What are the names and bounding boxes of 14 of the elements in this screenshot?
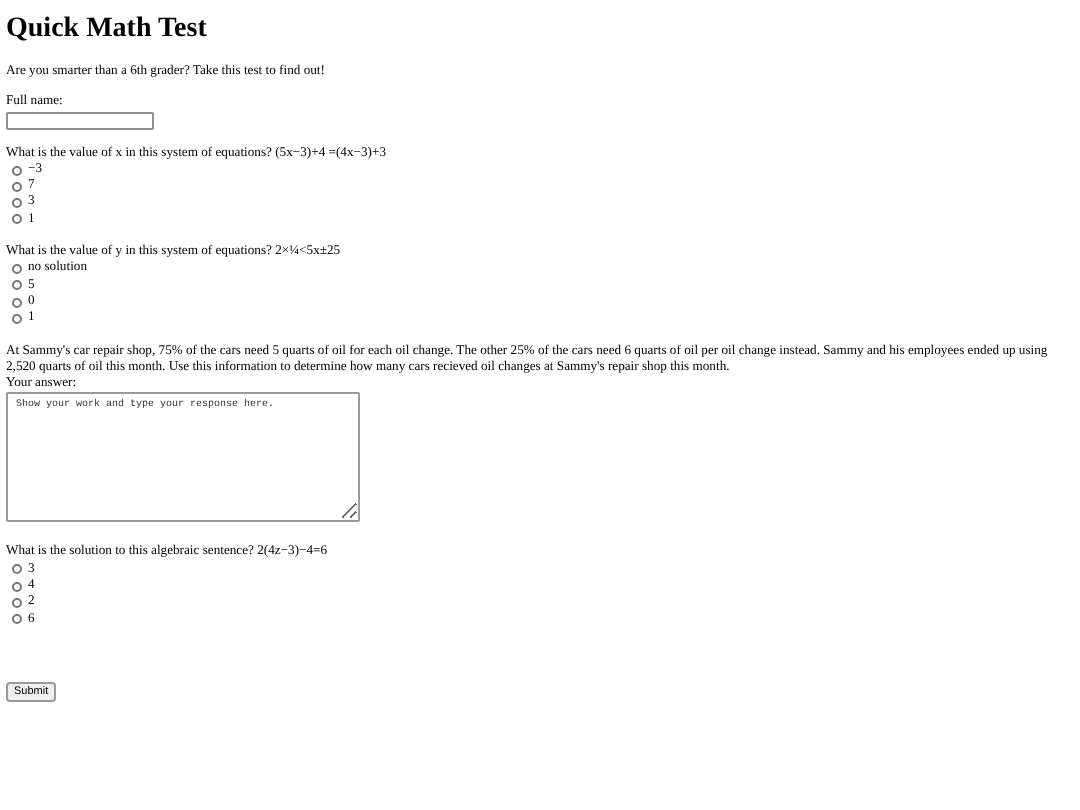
radio-button[interactable] (12, 564, 22, 575)
radio-button[interactable] (12, 597, 22, 608)
radio-button[interactable] (12, 214, 22, 225)
radio-button[interactable] (12, 181, 22, 192)
radio-button[interactable] (12, 313, 22, 324)
radio-button[interactable] (12, 614, 22, 625)
radio-button[interactable] (12, 280, 22, 291)
input-field[interactable] (6, 111, 154, 130)
page-title: Quick Math Test (6, 12, 209, 46)
radio-button[interactable] (12, 297, 22, 308)
radio-button[interactable] (12, 264, 22, 275)
radio-button[interactable] (12, 198, 22, 209)
radio-button[interactable] (12, 581, 22, 592)
radio-button[interactable] (12, 165, 22, 176)
